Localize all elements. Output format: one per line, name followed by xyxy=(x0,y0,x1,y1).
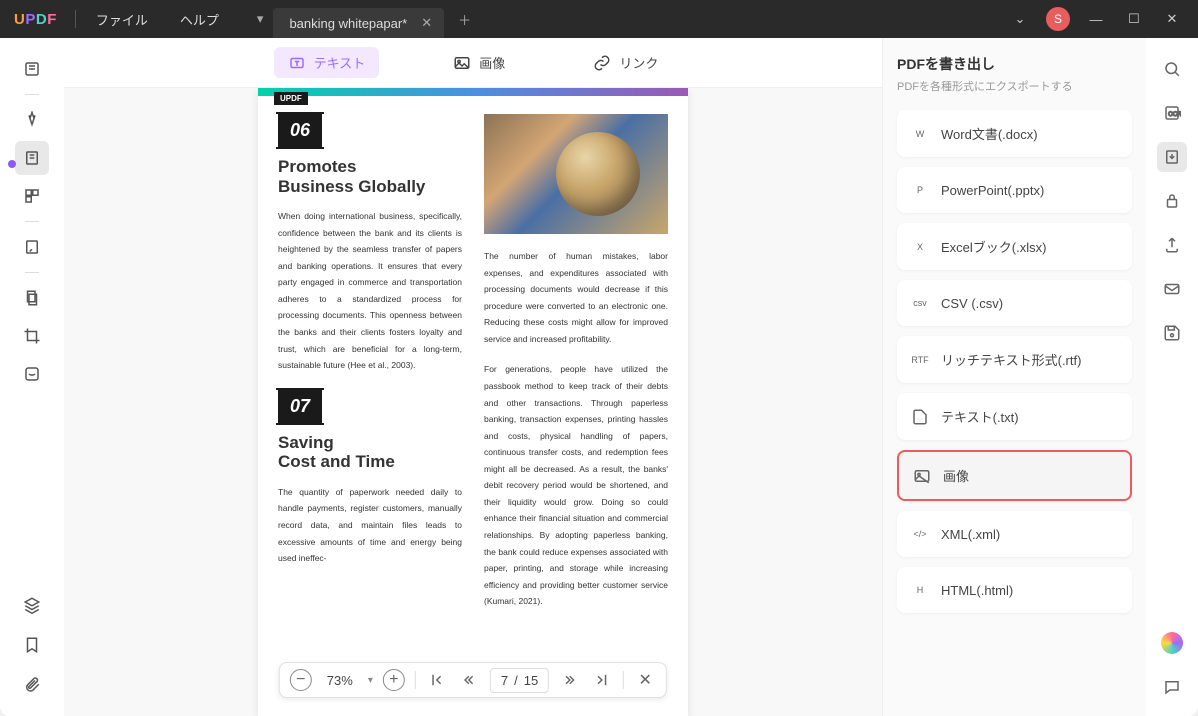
export-panel: PDFを書き出し PDFを各種形式にエクスポートする WWord文書(.docx… xyxy=(882,38,1146,716)
window-maximize-button[interactable]: ☐ xyxy=(1116,4,1152,34)
page-brand-tag: UPDF xyxy=(274,92,308,105)
pages-tool[interactable] xyxy=(15,281,49,315)
export-ppt-button[interactable]: PPowerPoint(.pptx) xyxy=(897,167,1132,213)
document-page[interactable]: UPDF 06 Promotes Business Globally When … xyxy=(258,88,688,716)
total-pages: 15 xyxy=(524,673,538,688)
search-button[interactable] xyxy=(1157,54,1187,84)
section-07-p1: The quantity of paperwork needed daily t… xyxy=(278,484,462,567)
section-title-06: Promotes Business Globally xyxy=(278,157,462,196)
tab-title: banking whitepapar* xyxy=(289,16,407,31)
menu-help[interactable]: ヘルプ xyxy=(164,10,235,29)
excel-icon: X xyxy=(911,238,929,256)
link-tool-button[interactable]: リンク xyxy=(579,47,672,78)
section-title-07: Saving Cost and Time xyxy=(278,433,462,472)
edit-tool[interactable] xyxy=(15,141,49,175)
ocr-button[interactable]: OCR xyxy=(1157,98,1187,128)
user-avatar[interactable]: S xyxy=(1046,7,1070,31)
redact-tool[interactable] xyxy=(15,357,49,391)
page-controls-bar: − 73% ▾ + 7 / 15 ✕ xyxy=(279,662,667,698)
export-html-button[interactable]: HHTML(.html) xyxy=(897,567,1132,613)
word-icon: W xyxy=(911,125,929,143)
zoom-out-button[interactable]: − xyxy=(290,669,312,691)
right-toolbar: OCR xyxy=(1146,38,1198,716)
ai-button[interactable] xyxy=(1157,628,1187,658)
current-page: 7 xyxy=(501,673,508,688)
tab-close-button[interactable]: ✕ xyxy=(417,15,436,31)
export-xlsx-button[interactable]: XExcelブック(.xlsx) xyxy=(897,223,1132,270)
zoom-in-button[interactable]: + xyxy=(383,669,405,691)
prev-page-button[interactable] xyxy=(458,669,480,691)
image-tool-button[interactable]: 画像 xyxy=(439,47,519,78)
share-button[interactable] xyxy=(1157,230,1187,260)
bookmark-button[interactable] xyxy=(15,628,49,662)
export-image-button[interactable]: 画像 xyxy=(897,450,1132,501)
next-page-button[interactable] xyxy=(559,669,581,691)
layers-button[interactable] xyxy=(15,588,49,622)
document-tab[interactable]: banking whitepapar* ✕ xyxy=(273,8,444,38)
comment-button[interactable] xyxy=(1157,672,1187,702)
section-06-p2: The number of human mistakes, labor expe… xyxy=(484,248,668,347)
highlight-tool[interactable] xyxy=(15,103,49,137)
attachment-button[interactable] xyxy=(15,668,49,702)
section-number-07: 07 xyxy=(278,390,322,423)
zoom-level: 73% xyxy=(322,673,358,688)
globe-image xyxy=(484,114,668,234)
first-page-button[interactable] xyxy=(426,669,448,691)
window-close-button[interactable]: ✕ xyxy=(1154,4,1190,34)
image-tool-label: 画像 xyxy=(479,53,505,72)
zoom-dropdown[interactable]: ▾ xyxy=(368,675,373,686)
menu-file[interactable]: ファイル xyxy=(80,10,164,29)
window-minimize-button[interactable]: — xyxy=(1078,4,1114,34)
document-canvas: テキスト 画像 リンク UPDF 06 Promotes Business Gl… xyxy=(64,38,882,716)
export-txt-button[interactable]: テキスト(.txt) xyxy=(897,393,1132,440)
close-bar-button[interactable]: ✕ xyxy=(634,669,656,691)
html-icon: H xyxy=(911,581,929,599)
section-number-06: 06 xyxy=(278,114,322,147)
export-rtf-button[interactable]: RTFリッチテキスト形式(.rtf) xyxy=(897,336,1132,383)
protect-button[interactable] xyxy=(1157,186,1187,216)
titlebar: UPDF ファイル ヘルプ ▾ banking whitepapar* ✕ ＋ … xyxy=(0,0,1198,38)
app-logo: UPDF xyxy=(0,11,71,28)
tabs-overflow-button[interactable]: ⌄ xyxy=(1002,4,1038,34)
email-button[interactable] xyxy=(1157,274,1187,304)
export-csv-button[interactable]: csvCSV (.csv) xyxy=(897,280,1132,326)
tab-list-dropdown[interactable]: ▾ xyxy=(247,11,274,27)
form-tool[interactable] xyxy=(15,179,49,213)
reader-tool[interactable] xyxy=(15,52,49,86)
crop-tool[interactable] xyxy=(15,319,49,353)
export-panel-title: PDFを書き出し xyxy=(897,54,1132,74)
ai-icon xyxy=(1161,632,1183,654)
image-format-icon xyxy=(913,467,931,485)
export-word-button[interactable]: WWord文書(.docx) xyxy=(897,110,1132,157)
export-xml-button[interactable]: </>XML(.xml) xyxy=(897,511,1132,557)
section-07-p2: For generations, people have utilized th… xyxy=(484,361,668,609)
ppt-icon: P xyxy=(911,181,929,199)
text-tool-button[interactable]: テキスト xyxy=(274,47,380,78)
organize-tool[interactable] xyxy=(15,230,49,264)
rtf-icon: RTF xyxy=(911,351,929,369)
new-tab-button[interactable]: ＋ xyxy=(444,10,485,29)
csv-icon: csv xyxy=(911,294,929,312)
export-panel-subtitle: PDFを各種形式にエクスポートする xyxy=(897,78,1132,94)
svg-text:OCR: OCR xyxy=(1168,112,1181,118)
edit-toolbar: テキスト 画像 リンク xyxy=(64,38,882,88)
link-tool-label: リンク xyxy=(619,53,658,72)
save-button[interactable] xyxy=(1157,318,1187,348)
text-tool-label: テキスト xyxy=(314,53,366,72)
section-06-p1: When doing international business, speci… xyxy=(278,208,462,374)
export-button[interactable] xyxy=(1157,142,1187,172)
txt-icon xyxy=(911,408,929,426)
active-indicator-dot xyxy=(8,160,16,168)
left-toolbar xyxy=(0,38,64,716)
page-indicator[interactable]: 7 / 15 xyxy=(490,668,549,693)
last-page-button[interactable] xyxy=(591,669,613,691)
xml-icon: </> xyxy=(911,525,929,543)
